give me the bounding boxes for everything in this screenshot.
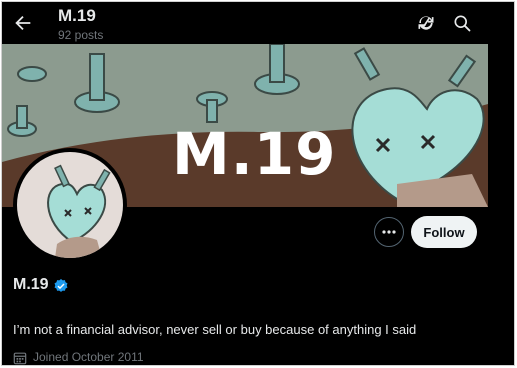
search-icon[interactable]	[452, 13, 472, 33]
calendar-icon	[13, 352, 27, 365]
refresh-icon[interactable]	[416, 13, 436, 33]
back-arrow-icon[interactable]	[12, 12, 34, 34]
profile-page: M.19 92 posts M.19 Follow M.19 I’m not a…	[1, 1, 515, 366]
more-options-button[interactable]	[374, 217, 404, 247]
avatar[interactable]	[13, 148, 127, 262]
profile-bio: I’m not a financial advisor, never sell …	[13, 322, 417, 337]
profile-name: M.19	[13, 276, 49, 293]
verified-badge-icon[interactable]	[53, 278, 69, 294]
page-title: M.19	[58, 6, 96, 25]
joined-date: Joined October 2011	[33, 350, 144, 364]
top-bar: M.19 92 posts	[2, 2, 514, 44]
more-icon	[382, 230, 396, 234]
follow-button[interactable]: Follow	[411, 216, 477, 248]
post-count: 92 posts	[58, 28, 104, 42]
avatar-image	[17, 152, 123, 258]
banner-title: M.19	[172, 120, 337, 188]
